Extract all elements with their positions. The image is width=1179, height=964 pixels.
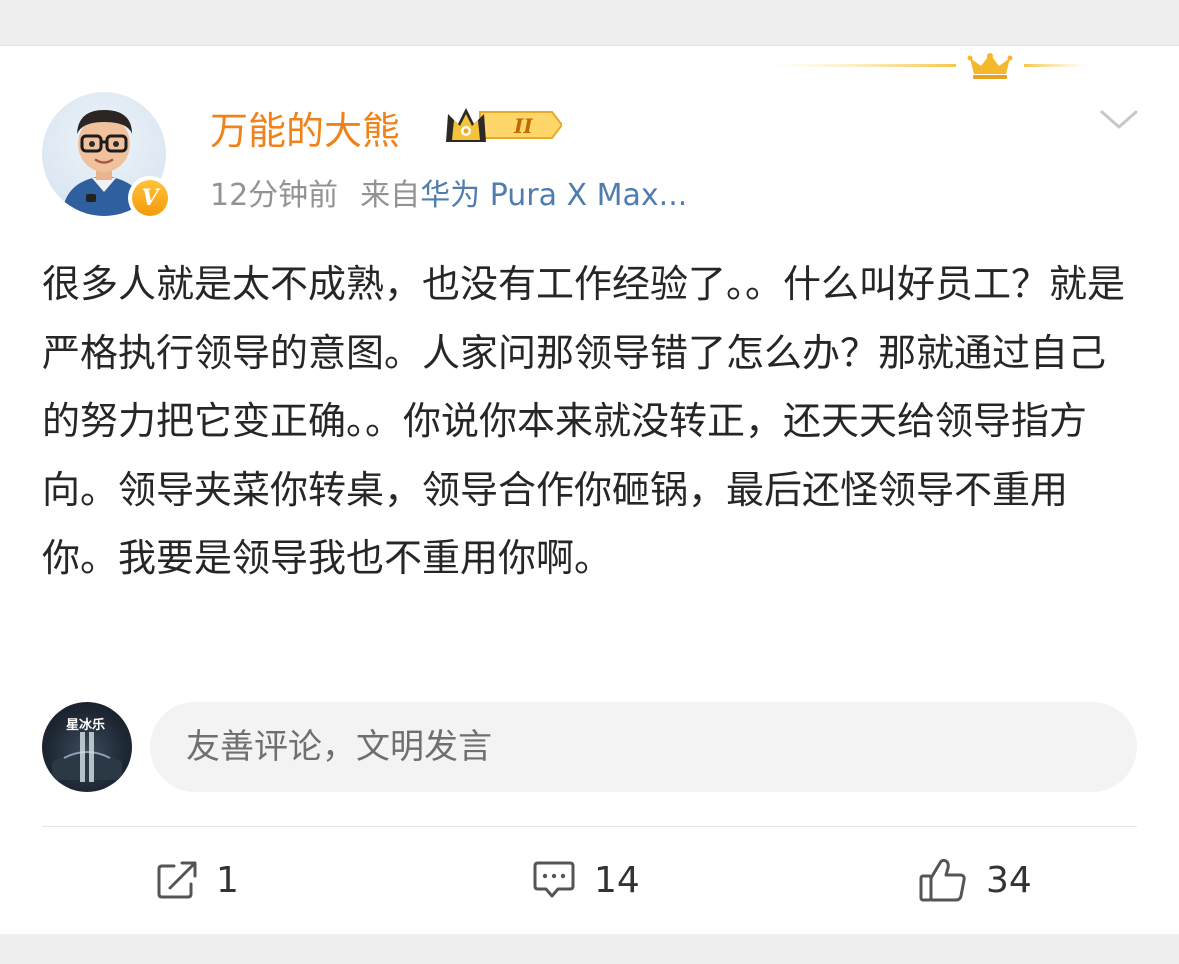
current-user-avatar[interactable]: 星冰乐 xyxy=(42,702,132,792)
author-name[interactable]: 万能的大熊 xyxy=(210,100,400,155)
bottom-separator-band xyxy=(0,934,1179,964)
post-body-text: 很多人就是太不成熟，也没有工作经验了。。什么叫好员工？就是严格执行领导的意图。人… xyxy=(42,262,1126,580)
divider xyxy=(42,826,1137,827)
post-time: 12分钟前 xyxy=(210,178,339,213)
share-button[interactable]: 1 xyxy=(156,855,239,905)
device-link[interactable]: 华为 Pura X Max... xyxy=(420,178,687,213)
like-count: 34 xyxy=(986,859,1032,901)
share-count: 1 xyxy=(216,859,239,901)
vip-verified-badge: V xyxy=(128,176,172,220)
like-button[interactable]: 34 xyxy=(918,855,1032,905)
avatar-tag-text: 星冰乐 xyxy=(66,718,106,733)
comment-input[interactable]: 友善评论，文明发言 xyxy=(150,702,1137,792)
level-crown-badge-icon: II xyxy=(446,108,562,142)
top-separator-band xyxy=(0,0,1179,46)
level-badge-text: II xyxy=(513,114,533,138)
source-prefix: 来自 xyxy=(360,178,421,213)
comment-count: 14 xyxy=(594,859,640,901)
comment-button[interactable]: 14 xyxy=(532,855,640,905)
thumbs-up-icon xyxy=(919,858,966,902)
chevron-down-icon[interactable] xyxy=(1098,104,1140,134)
crown-decoration-icon xyxy=(770,53,1090,79)
comment-icon xyxy=(533,861,575,898)
post-meta: 12分钟前 来自华为 Pura X Max... xyxy=(210,170,687,214)
share-icon xyxy=(157,861,197,899)
vip-mark: V xyxy=(132,180,168,216)
